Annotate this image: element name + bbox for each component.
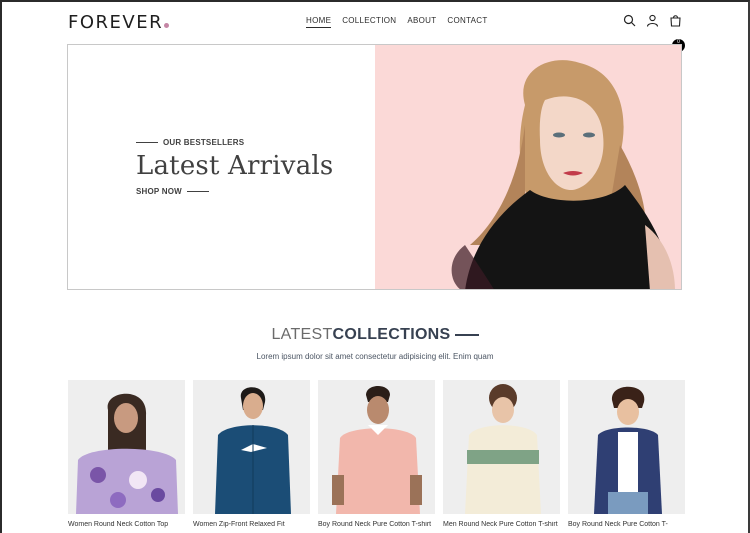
product-name[interactable]: Boy Round Neck Pure Cotton T- xyxy=(568,521,685,528)
product-card[interactable]: Boy Round Neck Pure Cotton T-shirt xyxy=(318,380,435,528)
shop-now-link[interactable]: SHOP NOW xyxy=(136,187,209,196)
nav-collection[interactable]: COLLECTION xyxy=(342,16,396,25)
product-card[interactable]: Women Zip-Front Relaxed Fit xyxy=(193,380,310,528)
section-title-dark: COLLECTIONS xyxy=(332,326,451,343)
hero-text-panel: OUR BESTSELLERS Latest Arrivals SHOP NOW xyxy=(68,45,375,289)
nav-icons: 0 xyxy=(623,14,685,52)
product-card[interactable]: Men Round Neck Pure Cotton T-shirt xyxy=(443,380,560,528)
logo-text: FOREVER xyxy=(68,12,164,33)
search-icon[interactable] xyxy=(623,14,636,27)
cart-icon[interactable]: 0 xyxy=(669,14,685,52)
product-grid: Women Round Neck Cotton Top Women Zip-Fr… xyxy=(68,380,685,528)
section-title: LATESTCOLLECTIONS xyxy=(0,326,750,344)
user-icon[interactable] xyxy=(646,14,659,27)
title-underline xyxy=(454,333,479,336)
product-image[interactable] xyxy=(68,380,185,514)
divider-line xyxy=(136,142,158,143)
shop-now-label: SHOP NOW xyxy=(136,187,182,196)
hero-title: Latest Arrivals xyxy=(136,151,334,181)
product-name[interactable]: Women Zip-Front Relaxed Fit xyxy=(193,521,310,528)
hero-banner: OUR BESTSELLERS Latest Arrivals SHOP NOW xyxy=(67,44,682,290)
section-title-light: LATEST xyxy=(271,326,333,343)
product-card[interactable]: Women Round Neck Cotton Top xyxy=(68,380,185,528)
navbar: FOREVER HOME COLLECTION ABOUT CONTACT 0 xyxy=(68,10,685,52)
product-name[interactable]: Boy Round Neck Pure Cotton T-shirt xyxy=(318,521,435,528)
section-subtitle: Lorem ipsum dolor sit amet consectetur a… xyxy=(256,352,494,361)
logo-dot xyxy=(164,23,170,28)
hero-tag-row: OUR BESTSELLERS xyxy=(136,138,244,147)
logo[interactable]: FOREVER xyxy=(68,12,170,33)
product-image[interactable] xyxy=(443,380,560,514)
product-name[interactable]: Men Round Neck Pure Cotton T-shirt xyxy=(443,521,560,528)
nav-contact[interactable]: CONTACT xyxy=(447,16,487,25)
hero-image xyxy=(375,45,681,289)
nav-menu: HOME COLLECTION ABOUT CONTACT xyxy=(306,16,488,28)
hero-model-image xyxy=(375,45,681,289)
hero-tag: OUR BESTSELLERS xyxy=(163,138,245,147)
product-image[interactable] xyxy=(193,380,310,514)
product-card[interactable]: Boy Round Neck Pure Cotton T- xyxy=(568,380,685,528)
divider-line xyxy=(186,191,209,192)
product-image[interactable] xyxy=(318,380,435,514)
product-name[interactable]: Women Round Neck Cotton Top xyxy=(68,521,185,528)
nav-home[interactable]: HOME xyxy=(306,16,332,28)
product-image[interactable] xyxy=(568,380,685,514)
nav-about[interactable]: ABOUT xyxy=(407,16,436,25)
